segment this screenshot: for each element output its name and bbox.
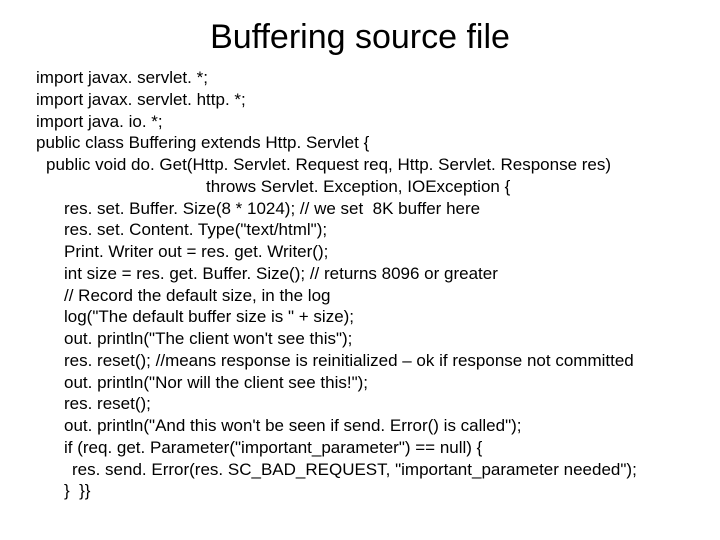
code-line: out. println("And this won't be seen if … bbox=[36, 415, 684, 437]
code-line: } }} bbox=[36, 480, 684, 502]
code-line: public void do. Get(Http. Servlet. Reque… bbox=[36, 154, 684, 176]
code-line: import java. io. *; bbox=[36, 111, 684, 133]
code-line: res. reset(); //means response is reinit… bbox=[36, 350, 684, 372]
code-line: import javax. servlet. http. *; bbox=[36, 89, 684, 111]
code-line: if (req. get. Parameter("important_param… bbox=[36, 437, 684, 459]
code-line: throws Servlet. Exception, IOException { bbox=[36, 176, 684, 198]
code-line: import javax. servlet. *; bbox=[36, 67, 684, 89]
slide-title: Buffering source file bbox=[36, 18, 684, 57]
code-line: // Record the default size, in the log bbox=[36, 285, 684, 307]
code-line: out. println("Nor will the client see th… bbox=[36, 372, 684, 394]
slide: Buffering source file import javax. serv… bbox=[0, 0, 720, 540]
code-line: res. set. Content. Type("text/html"); bbox=[36, 219, 684, 241]
code-line: Print. Writer out = res. get. Writer(); bbox=[36, 241, 684, 263]
code-line: log("The default buffer size is " + size… bbox=[36, 306, 684, 328]
code-line: public class Buffering extends Http. Ser… bbox=[36, 132, 684, 154]
code-line: out. println("The client won't see this"… bbox=[36, 328, 684, 350]
code-line: res. reset(); bbox=[36, 393, 684, 415]
code-line: res. send. Error(res. SC_BAD_REQUEST, "i… bbox=[36, 459, 684, 481]
code-block: import javax. servlet. *;import javax. s… bbox=[36, 67, 684, 502]
code-line: res. set. Buffer. Size(8 * 1024); // we … bbox=[36, 198, 684, 220]
code-line: int size = res. get. Buffer. Size(); // … bbox=[36, 263, 684, 285]
